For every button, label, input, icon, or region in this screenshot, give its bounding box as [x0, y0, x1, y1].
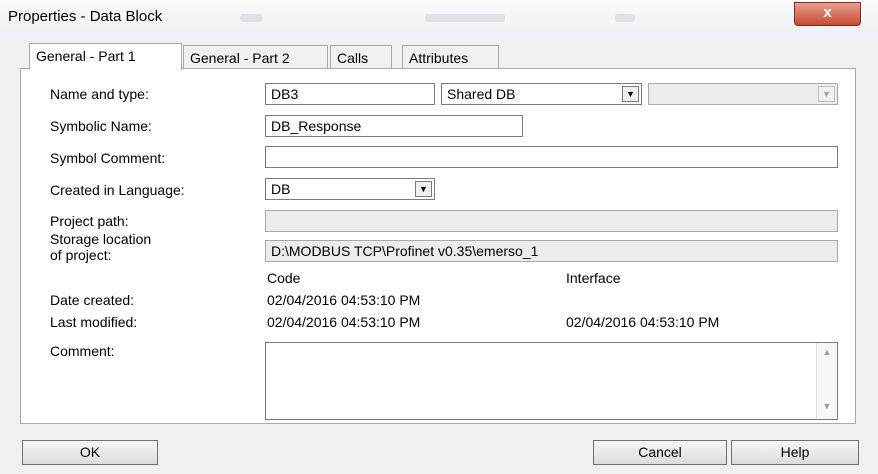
storage-location-label-line-2: of project:	[50, 247, 112, 263]
scroll-up-icon[interactable]: ▲	[817, 347, 837, 357]
ok-button[interactable]: OK	[22, 440, 158, 465]
tab-general-part-1[interactable]: General - Part 1	[29, 43, 182, 70]
symbol-comment-field[interactable]	[265, 146, 838, 168]
blurred-background-text	[425, 14, 505, 22]
last-modified-label: Last modified:	[50, 314, 138, 330]
comment-textarea[interactable]: ▲ ▼	[265, 342, 838, 420]
comment-scrollbar[interactable]: ▲ ▼	[816, 343, 837, 419]
symbolic-name-label: Symbolic Name:	[50, 118, 152, 134]
last-modified-code-value: 02/04/2016 04:53:10 PM	[267, 314, 421, 330]
close-button[interactable]: x	[794, 2, 861, 26]
date-created-code-value: 02/04/2016 04:53:10 PM	[267, 292, 421, 308]
tab-calls[interactable]: Calls	[330, 45, 392, 69]
name-and-type-label: Name and type:	[50, 86, 149, 102]
tab-general-part-2[interactable]: General - Part 2	[183, 45, 328, 69]
secondary-type-dropdown: ▼	[648, 83, 838, 105]
language-dropdown[interactable]: DB ▼	[265, 178, 435, 200]
help-button[interactable]: Help	[731, 440, 859, 465]
last-modified-interface-value: 02/04/2016 04:53:10 PM	[566, 314, 720, 330]
blurred-background-text	[240, 14, 262, 22]
dropdown-arrow-icon: ▼	[818, 86, 835, 102]
code-column-header: Code	[267, 270, 301, 286]
symbolic-name-field[interactable]: DB_Response	[265, 115, 523, 137]
storage-location-field: D:\MODBUS TCP\Profinet v0.35\emerso_1	[265, 240, 838, 262]
blurred-background-text	[615, 14, 635, 22]
created-in-language-label: Created in Language:	[50, 182, 185, 198]
window-title: Properties - Data Block	[8, 8, 163, 25]
dropdown-arrow-icon[interactable]: ▼	[415, 181, 432, 197]
language-dropdown-value: DB	[271, 181, 291, 197]
storage-location-label-line-1: Storage location	[50, 231, 152, 247]
project-path-field	[265, 210, 838, 232]
cancel-button[interactable]: Cancel	[593, 440, 727, 465]
interface-column-header: Interface	[566, 270, 621, 286]
date-created-label: Date created:	[50, 292, 135, 308]
type-dropdown[interactable]: Shared DB ▼	[441, 83, 642, 105]
name-field[interactable]: DB3	[265, 83, 435, 105]
comment-label: Comment:	[50, 343, 115, 359]
project-path-label: Project path:	[50, 213, 129, 229]
title-bar[interactable]: Properties - Data Block x	[0, 0, 878, 38]
tab-attributes[interactable]: Attributes	[402, 45, 499, 69]
scroll-down-icon[interactable]: ▼	[817, 401, 837, 411]
close-icon: x	[823, 4, 832, 21]
symbol-comment-label: Symbol Comment:	[50, 150, 166, 166]
type-dropdown-value: Shared DB	[447, 86, 516, 102]
dropdown-arrow-icon[interactable]: ▼	[622, 86, 639, 102]
